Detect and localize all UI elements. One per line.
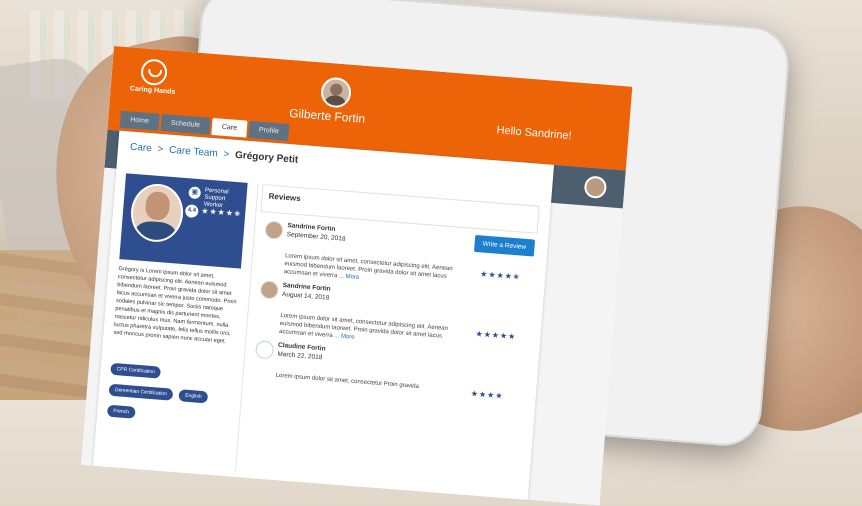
rating-stars: ★★★★✬ [201, 206, 242, 218]
review-more-link[interactable]: More [341, 334, 355, 341]
rating-badge: 4.4 [185, 204, 199, 218]
chip-french[interactable]: French [107, 405, 135, 419]
reviewer-avatar [260, 280, 279, 299]
review-stars: ★★★★★ [475, 329, 516, 341]
reviews-section: Reviews Write a Review Sandrine Fortin S… [235, 184, 542, 495]
review-stars: ★★★★✬ [480, 269, 521, 281]
reviewer-avatar [255, 340, 274, 359]
write-review-button[interactable]: Write a Review [474, 235, 535, 257]
main-content-panel: Care > Care Team > Grégory Petit ▣ Perso… [93, 131, 554, 504]
review-date: September 20, 2018 [286, 231, 345, 243]
breadcrumb-current: Grégory Petit [235, 150, 299, 166]
review-body: Lorem ipsum dolor sit amet, consectetur … [279, 313, 448, 340]
breadcrumb-separator: > [157, 144, 164, 155]
tab-profile[interactable]: Profile [248, 121, 289, 141]
heart-hands-icon [140, 58, 168, 86]
caregiver-bio: Grégory is Lorem ipsum dolor sit amet, c… [113, 265, 240, 346]
briefcase-icon: ▣ [188, 186, 201, 199]
review-date: March 22, 2018 [277, 351, 323, 362]
tablet-screen: Caring Hands Gilberte Fortin Hello Sandr… [81, 46, 632, 506]
chip-dementia[interactable]: Dementian Certification [109, 384, 174, 401]
chip-cpr[interactable]: CPR Certification [110, 363, 161, 379]
app-logo[interactable]: Caring Hands [122, 57, 185, 97]
tab-schedule[interactable]: Schedule [160, 114, 210, 135]
review-date: August 14, 2018 [282, 291, 330, 302]
breadcrumb-care-team[interactable]: Care Team [169, 145, 218, 160]
breadcrumb: Care > Care Team > Grégory Petit [130, 142, 299, 166]
review-text: Lorem ipsum dolor sit amet, consectetur … [275, 372, 465, 395]
reviews-title: Reviews [268, 192, 301, 203]
review-more-link[interactable]: More [345, 274, 359, 281]
chip-english[interactable]: English [179, 389, 208, 403]
client-avatar[interactable] [320, 76, 352, 108]
caregiver-profile-card: ▣ Personal Support Worker 4.4 ★★★★✬ [119, 173, 247, 268]
review-body: Lorem ipsum dolor sit amet, consectetur … [284, 253, 453, 280]
client-name: Gilberte Fortin [289, 106, 366, 126]
review-stars: ★★★★ [470, 389, 503, 401]
reviewer-avatar [264, 220, 283, 239]
breadcrumb-care[interactable]: Care [130, 142, 152, 155]
certification-chips: CPR Certification Dementian Certificatio… [107, 357, 234, 429]
caregiver-photo [129, 182, 185, 244]
breadcrumb-separator: > [223, 149, 230, 160]
logo-text: Caring Hands [122, 85, 182, 97]
tab-care[interactable]: Care [211, 118, 247, 138]
review-body: Lorem ipsum dolor sit amet, consectetur … [275, 373, 419, 390]
tab-home[interactable]: Home [120, 111, 160, 131]
greeting-text: Hello Sandrine! [496, 124, 572, 142]
